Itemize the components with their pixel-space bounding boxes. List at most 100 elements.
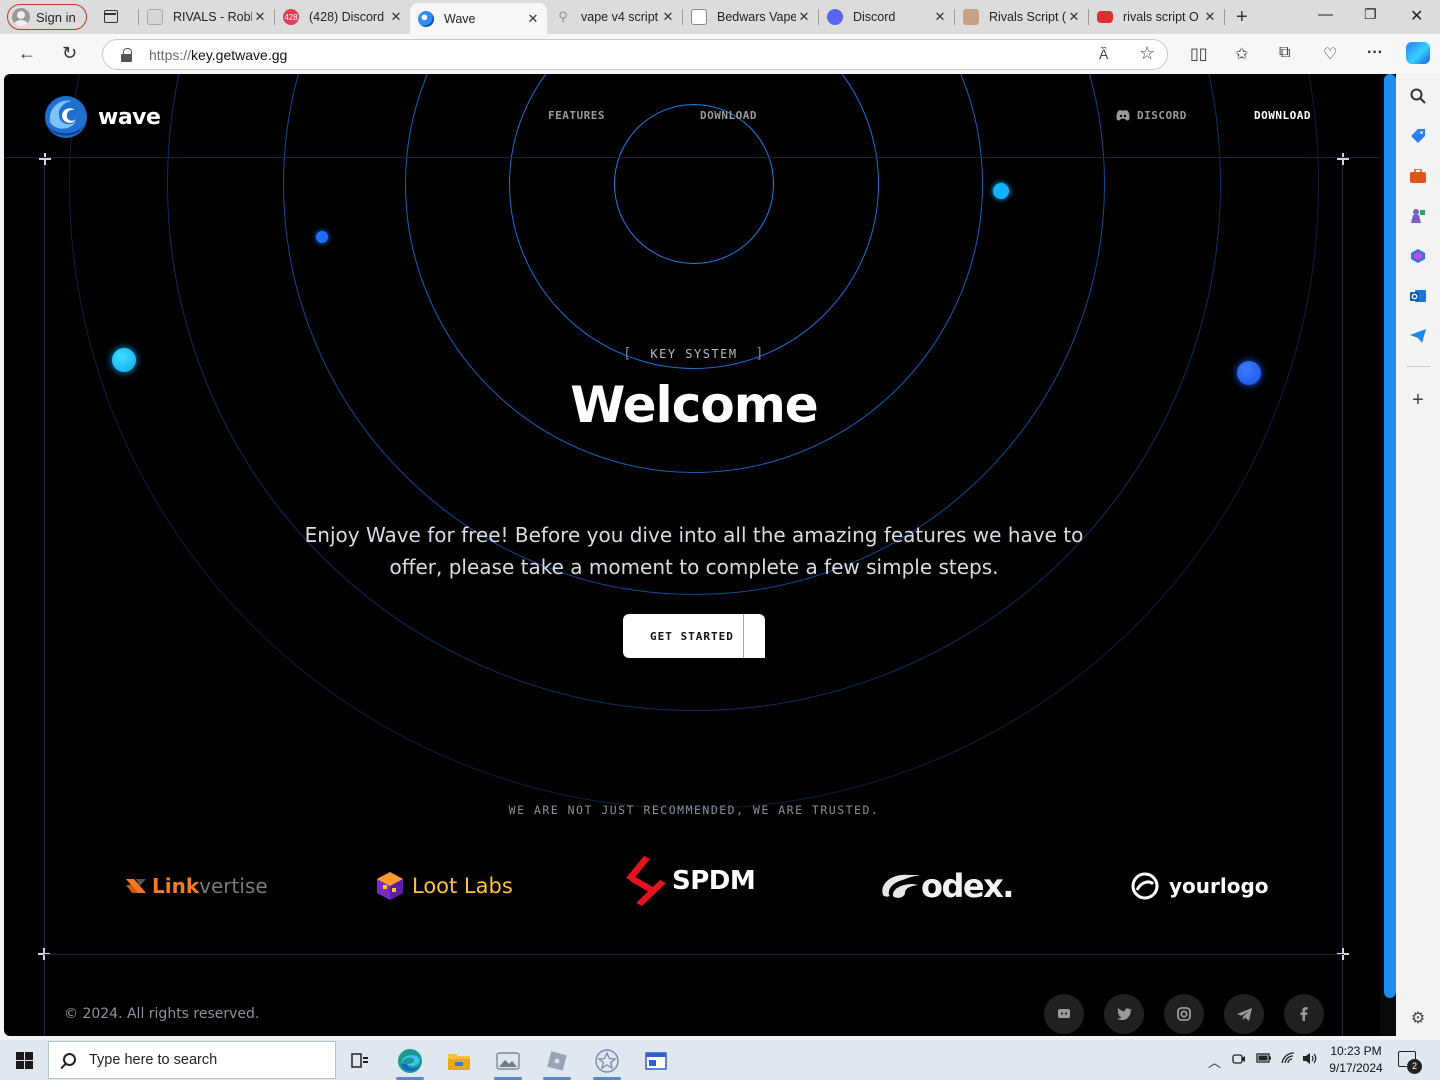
nav-features-link[interactable]: FEATURES — [548, 109, 605, 122]
discord-badge-icon: 428 — [283, 9, 299, 25]
favorite-star-icon[interactable]: ☆ — [1139, 43, 1155, 64]
script-icon — [963, 9, 979, 25]
roblox-studio-icon[interactable] — [537, 1046, 577, 1080]
yourlogo-icon — [1131, 872, 1159, 900]
show-hidden-icons-icon[interactable]: ︿ — [1208, 1052, 1221, 1071]
roblox-icon — [147, 9, 163, 25]
tab-rivals-script[interactable]: Rivals Script ( ✕ — [955, 3, 1088, 31]
brand-name: wave — [98, 104, 161, 130]
tab-bedwars-vape[interactable]: Bedwars Vape ✕ — [683, 3, 818, 31]
tab-wave[interactable]: Wave ✕ — [410, 3, 547, 34]
outlook-icon[interactable] — [1409, 287, 1427, 305]
search-icon: ⚲ — [558, 9, 568, 24]
close-tab-icon[interactable]: ✕ — [252, 9, 268, 25]
wave-key-page: wave FEATURES DOWNLOAD DISCORD DOWNLOAD … — [4, 74, 1396, 1036]
youtube-icon — [1097, 11, 1113, 23]
instagram-social-icon[interactable] — [1164, 994, 1204, 1034]
read-aloud-icon[interactable]: A᷈ — [1099, 46, 1108, 62]
scrollbar-thumb[interactable] — [1384, 74, 1396, 998]
trusted-label: WE ARE NOT JUST RECOMMENDED, WE ARE TRUS… — [508, 803, 880, 817]
tab-vape-search[interactable]: ⚲ vape v4 script ✕ — [547, 3, 682, 31]
site-header: wave FEATURES DOWNLOAD DISCORD DOWNLOAD — [4, 74, 1384, 158]
nav-download-link[interactable]: DOWNLOAD — [700, 109, 757, 122]
clock-time: 10:23 PM — [1330, 1044, 1382, 1058]
add-icon[interactable]: + — [1409, 389, 1427, 411]
close-tab-icon[interactable]: ✕ — [1066, 9, 1082, 25]
lootlabs-cube-icon — [377, 872, 403, 900]
browser-essentials-icon[interactable]: ♡ — [1323, 44, 1337, 64]
volume-icon[interactable] — [1302, 1052, 1318, 1068]
tools-icon[interactable] — [1409, 167, 1427, 185]
games-icon[interactable] — [1409, 207, 1427, 225]
partner-lootlabs[interactable]: Loot Labs — [374, 864, 513, 908]
minimize-icon[interactable]: — — [1318, 6, 1333, 23]
split-screen-icon[interactable]: ▯▯ — [1190, 44, 1208, 64]
partner-spdm[interactable]: SPDM — [626, 856, 756, 906]
wave-icon — [418, 10, 434, 27]
battery-icon[interactable] — [1256, 1052, 1272, 1067]
copilot-icon[interactable] — [1406, 42, 1430, 64]
refresh-icon[interactable]: ↻ — [62, 43, 77, 64]
close-window-icon[interactable]: ✕ — [1410, 6, 1423, 26]
frame-line — [44, 158, 45, 954]
profile-label: Sign in — [36, 9, 76, 25]
button-corner-tab — [743, 614, 765, 658]
nav-discord-link[interactable]: DISCORD — [1116, 109, 1187, 122]
close-tab-icon[interactable]: ✕ — [796, 9, 812, 25]
frame-line — [1342, 158, 1343, 954]
partner-linkvertise[interactable]: Link vertise — [124, 864, 268, 908]
tab-rivals-roblox[interactable]: RIVALS - Robl ✕ — [139, 3, 274, 31]
get-started-button[interactable]: GET STARTED — [623, 614, 765, 658]
collections-icon[interactable]: ⧉ — [1279, 44, 1290, 62]
send-icon[interactable] — [1409, 327, 1427, 345]
restore-icon[interactable]: ❐ — [1364, 6, 1377, 23]
microsoft365-icon[interactable] — [1409, 247, 1427, 265]
search-icon[interactable] — [1409, 87, 1427, 105]
profile-button[interactable]: Sign in — [7, 4, 87, 30]
windows-start-icon[interactable] — [16, 1052, 33, 1069]
back-icon[interactable]: ← — [18, 43, 36, 64]
tab-discord-428[interactable]: 428 (428) Discord ✕ — [275, 3, 410, 31]
url-text[interactable]: https://key.getwave.gg — [149, 47, 287, 63]
close-tab-icon[interactable]: ✕ — [525, 11, 541, 27]
taskbar-search-input[interactable]: Type here to search — [48, 1041, 336, 1079]
copyright-text: © 2024. All rights reserved. — [64, 1006, 260, 1022]
hero-kicker: [ KEY SYSTEM ] — [622, 346, 766, 362]
profile-avatar-icon — [12, 8, 30, 26]
discord-social-icon[interactable] — [1044, 994, 1084, 1034]
telegram-social-icon[interactable] — [1224, 994, 1264, 1034]
shopping-tag-icon[interactable] — [1409, 127, 1427, 145]
wifi-icon[interactable] — [1281, 1052, 1295, 1067]
taskbar-clock[interactable]: 10:23 PM 9/17/2024 — [1318, 1043, 1394, 1077]
close-tab-icon[interactable]: ✕ — [1202, 9, 1218, 25]
meet-now-icon[interactable] — [1232, 1052, 1246, 1069]
app-star-icon[interactable] — [587, 1046, 627, 1080]
partner-yourlogo[interactable]: yourlogo — [1131, 864, 1269, 908]
twitter-social-icon[interactable] — [1104, 994, 1144, 1034]
photos-app-icon[interactable] — [488, 1046, 528, 1080]
partner-odex[interactable]: odex. — [879, 864, 1014, 908]
divider — [44, 954, 1344, 955]
more-menu-icon[interactable]: ··· — [1367, 44, 1383, 62]
task-view-icon[interactable] — [340, 1046, 380, 1076]
settings-gear-icon[interactable]: ⚙ — [1409, 1009, 1427, 1027]
nav-download-button[interactable]: DOWNLOAD — [1254, 109, 1311, 122]
new-tab-icon[interactable]: + — [1236, 6, 1248, 29]
tab-actions-icon[interactable] — [100, 7, 122, 27]
close-tab-icon[interactable]: ✕ — [932, 9, 948, 25]
app-window-icon[interactable] — [636, 1046, 676, 1076]
edge-sidebar: + ⚙ — [1396, 74, 1440, 1038]
tab-rivals-youtube[interactable]: rivals script O ✕ — [1089, 3, 1224, 31]
edge-taskbar-icon[interactable] — [390, 1046, 430, 1080]
wave-logo[interactable]: wave — [42, 94, 161, 140]
favorites-icon[interactable]: ✩ — [1235, 44, 1248, 64]
file-explorer-icon[interactable] — [439, 1046, 479, 1076]
discord-icon — [1116, 110, 1130, 121]
close-tab-icon[interactable]: ✕ — [388, 9, 404, 25]
close-tab-icon[interactable]: ✕ — [660, 9, 676, 25]
address-bar[interactable]: https://key.getwave.gg A᷈ ☆ — [102, 39, 1168, 70]
facebook-social-icon[interactable] — [1284, 994, 1324, 1034]
lock-icon[interactable] — [121, 48, 132, 62]
notification-count-badge: 2 — [1407, 1059, 1422, 1074]
tab-discord[interactable]: Discord ✕ — [819, 3, 954, 31]
